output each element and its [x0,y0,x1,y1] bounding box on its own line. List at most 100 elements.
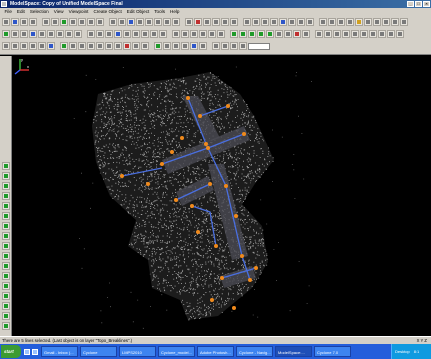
toolbar-tool-icon[interactable] [105,30,113,38]
vertex-marker[interactable] [234,214,238,218]
toolbar-tool-icon[interactable] [172,18,180,26]
toolbar-tool-icon[interactable] [78,18,86,26]
toolbar-tool-icon[interactable] [297,18,305,26]
menu-file[interactable]: File [2,8,14,16]
vertex-marker[interactable] [198,114,202,118]
side-tool-icon[interactable] [2,182,10,190]
side-tool-icon[interactable] [2,312,10,320]
side-tool-icon[interactable] [2,232,10,240]
toolbar-tool-icon[interactable] [123,30,131,38]
toolbar-tool-icon[interactable] [355,18,363,26]
taskbar-item-cyclone-model[interactable]: Cyclone_model... [158,346,195,357]
toolbar-tool-icon[interactable] [208,30,216,38]
vertex-marker[interactable] [242,132,246,136]
toolbar-tool-icon[interactable] [275,30,283,38]
toolbar-tool-icon[interactable] [315,30,323,38]
toolbar-tool-icon[interactable] [78,42,86,50]
toolbar-tool-icon[interactable] [306,18,314,26]
toolbar-tool-icon[interactable] [172,30,180,38]
menu-view[interactable]: View [51,8,66,16]
layer-dropdown[interactable] [248,43,270,50]
toolbar-tool-icon[interactable] [342,30,350,38]
toolbar-tool-icon[interactable] [221,42,229,50]
taskbar-item-cyclone-7[interactable]: Cyclone 7.0 [314,346,351,357]
toolbar-tool-icon[interactable] [172,42,180,50]
vertex-marker[interactable] [254,266,258,270]
toolbar-tool-icon[interactable] [145,18,153,26]
taskbar-item-gmail[interactable]: Gmail - Inbox (... [41,346,78,357]
toolbar-tool-icon[interactable] [199,42,207,50]
taskbar-item-lmps[interactable]: LMPS2010 [119,346,156,357]
side-tool-icon[interactable] [2,202,10,210]
toolbar-tool-icon[interactable] [42,18,50,26]
toolbar-tool-icon[interactable] [69,18,77,26]
toolbar-tool-icon[interactable] [396,30,404,38]
toolbar-tool-icon[interactable] [20,42,28,50]
toolbar-tool-icon[interactable] [181,42,189,50]
toolbar-tool-icon[interactable] [284,30,292,38]
side-tool-icon[interactable] [2,322,10,330]
maximize-button[interactable]: □ [415,1,422,7]
toolbar-tool-icon[interactable] [127,18,135,26]
menu-edit-object[interactable]: Edit Object [124,8,151,16]
toolbar-tool-icon[interactable] [20,18,28,26]
menu-selection[interactable]: Selection [27,8,51,16]
vertex-marker[interactable] [180,136,184,140]
vertex-marker[interactable] [210,298,214,302]
toolbar-tool-icon[interactable] [387,30,395,38]
toolbar-tool-icon[interactable] [60,18,68,26]
toolbar-tool-icon[interactable] [373,18,381,26]
vertex-marker[interactable] [240,254,244,258]
toolbar-tool-icon[interactable] [270,18,278,26]
close-button[interactable]: × [423,1,430,7]
toolbar-tool-icon[interactable] [38,30,46,38]
vertex-marker[interactable] [174,198,178,202]
taskbar-item-cyclone[interactable]: Cyclone [80,346,117,357]
vertex-marker[interactable] [206,146,210,150]
vertex-marker[interactable] [190,204,194,208]
toolbar-tool-icon[interactable] [74,30,82,38]
toolbar-tool-icon[interactable] [2,42,10,50]
toolbar-tool-icon[interactable] [154,42,162,50]
toolbar-tool-icon[interactable] [150,30,158,38]
vertex-marker[interactable] [204,142,208,146]
toolbar-tool-icon[interactable] [11,18,19,26]
side-tool-icon[interactable] [2,212,10,220]
taskbar-item-cyclone-navigator[interactable]: Cyclone - Navig... [236,346,273,357]
side-tool-icon[interactable] [2,252,10,260]
toolbar-tool-icon[interactable] [96,30,104,38]
toolbar-tool-icon[interactable] [96,18,104,26]
side-tool-icon[interactable] [2,172,10,180]
toolbar-tool-icon[interactable] [199,30,207,38]
toolbar-tool-icon[interactable] [20,30,28,38]
toolbar-tool-icon[interactable] [38,42,46,50]
toolbar-tool-icon[interactable] [239,30,247,38]
toolbar-tool-icon[interactable] [181,30,189,38]
toolbar-tool-icon[interactable] [194,18,202,26]
toolbar-tool-icon[interactable] [132,30,140,38]
menu-help[interactable]: Help [168,8,182,16]
toolbar-tool-icon[interactable] [239,42,247,50]
toolbar-tool-icon[interactable] [141,30,149,38]
vertex-marker[interactable] [248,278,252,282]
toolbar-tool-icon[interactable] [346,18,354,26]
toolbar-tool-icon[interactable] [257,30,265,38]
toolbar-tool-icon[interactable] [378,30,386,38]
toolbar-tool-icon[interactable] [293,30,301,38]
toolbar-tool-icon[interactable] [324,30,332,38]
side-tool-icon[interactable] [2,272,10,280]
toolbar-tool-icon[interactable] [360,30,368,38]
toolbar-tool-icon[interactable] [29,42,37,50]
toolbar-tool-icon[interactable] [400,18,408,26]
toolbar-tool-icon[interactable] [185,18,193,26]
toolbar-tool-icon[interactable] [60,42,68,50]
toolbar-tool-icon[interactable] [288,18,296,26]
toolbar-tool-icon[interactable] [2,30,10,38]
vertex-marker[interactable] [208,182,212,186]
toolbar-tool-icon[interactable] [248,30,256,38]
toolbar-tool-icon[interactable] [159,30,167,38]
toolbar-tool-icon[interactable] [2,18,10,26]
toolbar-tool-icon[interactable] [136,18,144,26]
toolbar-tool-icon[interactable] [114,30,122,38]
toolbar-tool-icon[interactable] [391,18,399,26]
